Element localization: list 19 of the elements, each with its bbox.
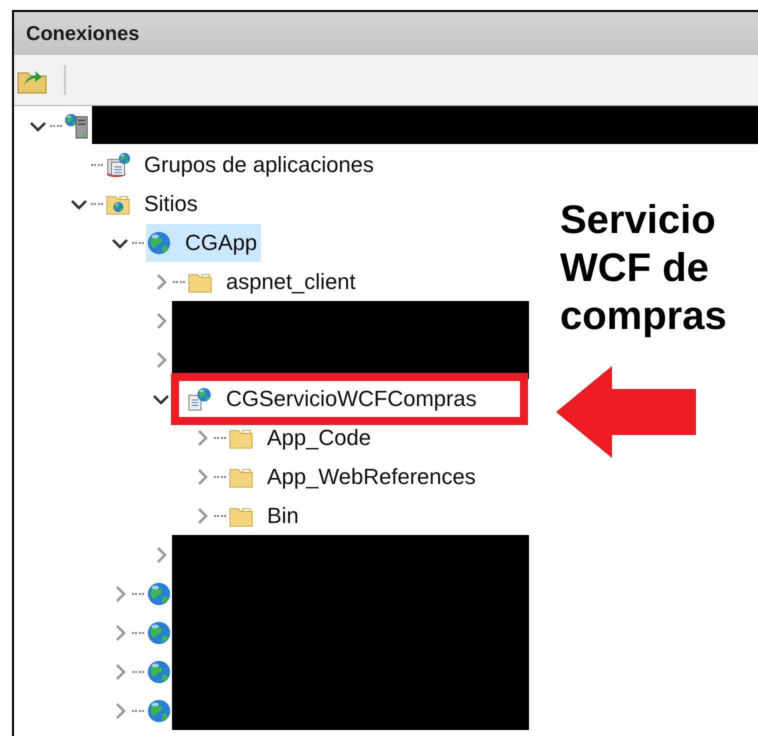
globe-icon <box>146 698 172 724</box>
globe-icon <box>146 658 172 684</box>
server-globe-icon <box>64 112 90 138</box>
tree-node-label[interactable]: Bin <box>267 499 299 532</box>
annotation-text: Servicio WCF de compras <box>560 197 728 340</box>
globe-icon <box>146 580 172 606</box>
globe-icon <box>146 230 172 256</box>
tree-node-label[interactable]: Sitios <box>144 187 198 220</box>
tree-node-label[interactable]: CGServicioWCFCompras <box>226 382 477 415</box>
tree-node-label[interactable]: Grupos de aplicaciones <box>144 148 374 181</box>
app-pool-icon <box>105 152 131 178</box>
tree-node-label[interactable]: App_Code <box>267 421 371 454</box>
globe-icon <box>146 620 172 646</box>
selected-tree-node[interactable]: CGApp <box>146 224 262 262</box>
tree-node-label[interactable]: CGApp <box>185 226 258 259</box>
tree-node-label[interactable]: App_WebReferences <box>267 460 476 493</box>
application-icon <box>187 386 213 412</box>
tree-node-label[interactable]: aspnet_client <box>226 265 356 298</box>
panel-title: Conexiones <box>26 22 140 46</box>
